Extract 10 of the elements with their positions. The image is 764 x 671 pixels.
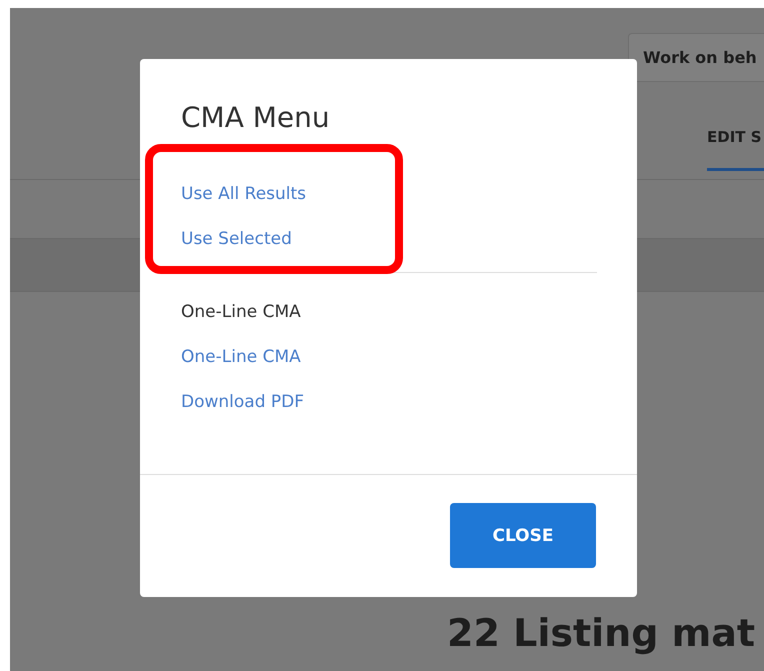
close-button[interactable]: CLOSE [450, 503, 596, 568]
dialog-title: CMA Menu [181, 101, 331, 134]
menu-link[interactable]: Use Selected [181, 229, 292, 249]
work-on-behalf-button[interactable]: Work on beh [628, 33, 764, 82]
tab[interactable]: EDIT S [707, 128, 764, 171]
menu-link[interactable]: One-Line CMA [181, 347, 301, 367]
menu-link[interactable]: Use All Results [181, 184, 306, 204]
menu-link[interactable]: Download PDF [181, 392, 304, 412]
results-heading: 22 Listing mat [447, 611, 756, 655]
section-heading: One-Line CMA [181, 302, 301, 322]
